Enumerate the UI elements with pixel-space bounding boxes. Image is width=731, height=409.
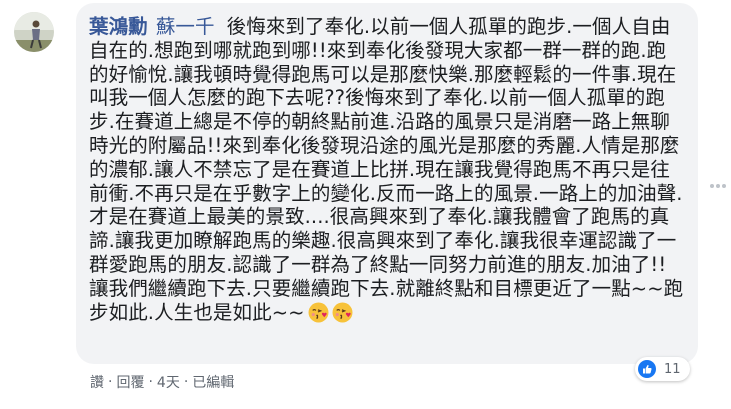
comment-bubble: 葉鴻勳 蘇一千 後悔來到了奉化.以前一個人孤單的跑步.一個人自由自在的.想跑到哪就跑… xyxy=(76,3,698,364)
like-reaction-icon xyxy=(638,360,656,378)
edited-label[interactable]: 已編輯 xyxy=(192,372,234,392)
like-button[interactable]: 讚 xyxy=(90,372,104,392)
avatar[interactable] xyxy=(14,12,54,52)
tagged-user[interactable]: 蘇一千 xyxy=(156,15,215,38)
comment-actions: 讚 · 回覆 · 4天 · 已編輯 xyxy=(90,372,234,392)
reaction-count: 11 xyxy=(664,361,681,377)
separator: · xyxy=(183,374,189,390)
reply-button[interactable]: 回覆 xyxy=(116,372,144,392)
kissing-heart-emoji-icon xyxy=(332,302,353,323)
comment-body: 葉鴻勳 蘇一千 後悔來到了奉化.以前一個人孤單的跑步.一個人自由自在的.想跑到哪就跑… xyxy=(89,15,684,324)
comment-author-name[interactable]: 葉鴻勳 xyxy=(89,15,148,38)
more-options-icon[interactable] xyxy=(709,183,727,189)
kissing-heart-emoji-icon xyxy=(308,302,329,323)
separator: · xyxy=(108,374,113,390)
timestamp-link[interactable]: 4天 xyxy=(157,372,180,392)
comment-text: 後悔來到了奉化.以前一個人孤單的跑步.一個人自由自在的.想跑到哪就跑到哪!!來到… xyxy=(89,15,684,324)
separator: · xyxy=(148,374,153,390)
reaction-summary[interactable]: 11 xyxy=(635,357,690,381)
